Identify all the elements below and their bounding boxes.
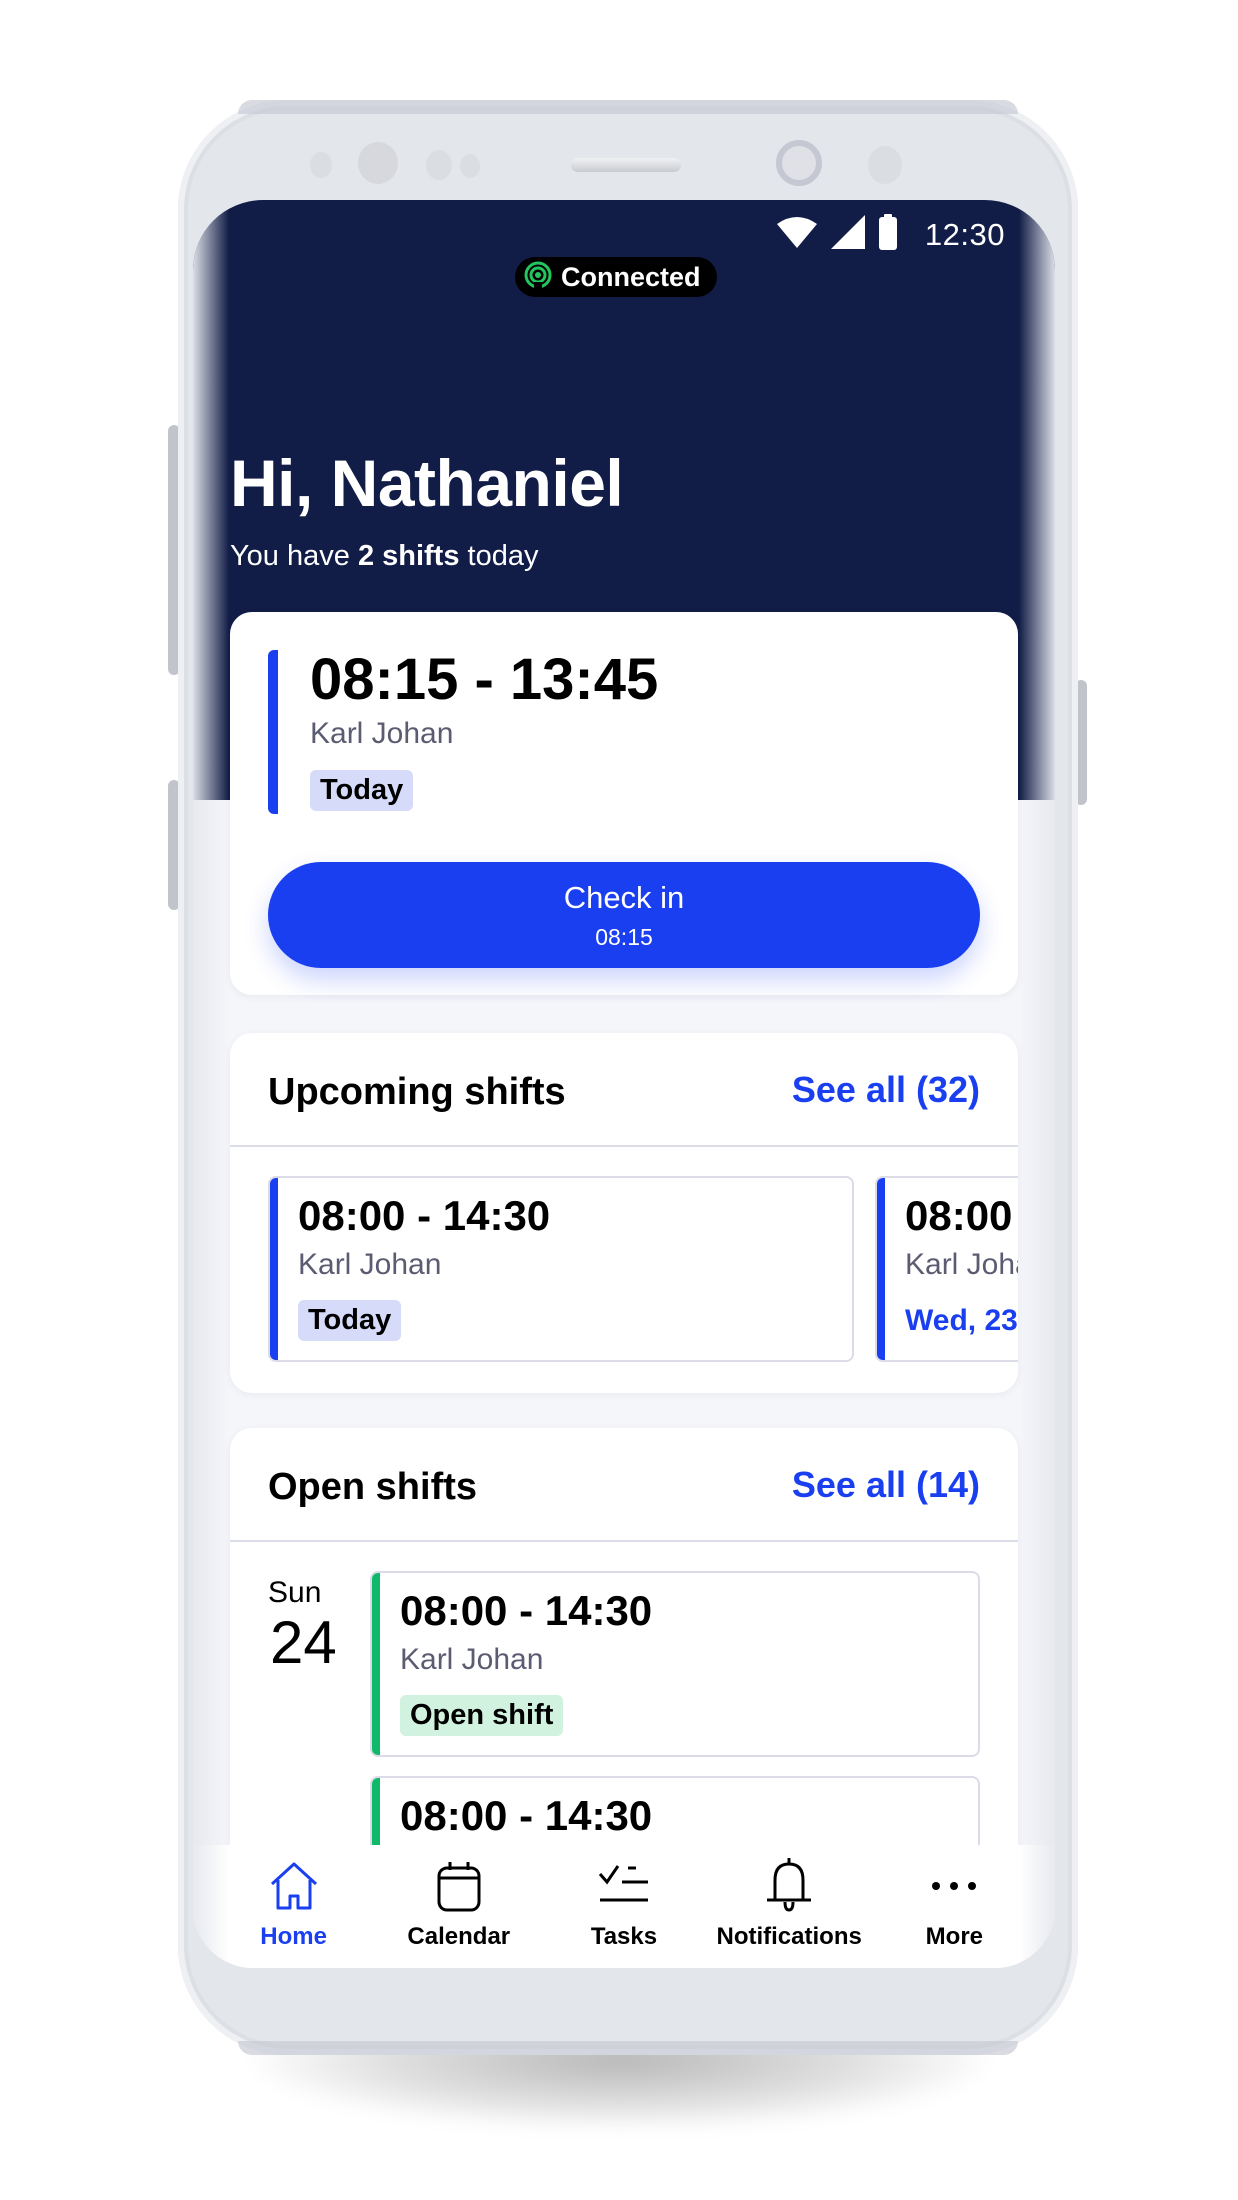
nav-item-tasks[interactable]: Tasks [544, 1845, 704, 1951]
summary-suffix: today [459, 540, 539, 572]
device-rim-bottom [238, 2041, 1018, 2055]
summary-prefix: You have [230, 540, 358, 572]
section-divider [230, 1145, 1018, 1147]
device-sensor [426, 150, 452, 180]
shift-time: 08:00 - 14:30 [400, 1792, 653, 1839]
today-tag: Today [310, 770, 414, 811]
connected-badge: Connected [515, 257, 717, 297]
nav-item-calendar[interactable]: Calendar [379, 1845, 539, 1951]
device-front-camera [776, 140, 822, 186]
nav-item-more[interactable]: More [874, 1845, 1034, 1951]
device-rim-top [238, 100, 1018, 114]
home-icon [267, 1859, 321, 1913]
upcoming-shift-card[interactable]: 08:00 - 14:30 Karl Johan Today [268, 1176, 854, 1362]
shift-time: 08:00 - 14:30 [905, 1192, 1018, 1239]
calendar-icon [432, 1859, 486, 1913]
upcoming-see-all-link[interactable]: See all (32) [792, 1069, 980, 1111]
battery-icon [878, 214, 897, 255]
upcoming-shifts-section: Upcoming shifts See all (32) 08:00 - 14:… [230, 1033, 1018, 1393]
shift-location: Karl Johan [400, 1643, 544, 1676]
device-sensor [358, 142, 398, 184]
more-icon [927, 1859, 981, 1913]
day-date: 24 [270, 1609, 337, 1676]
check-in-time: 08:15 [595, 923, 653, 950]
device-sensor [460, 154, 480, 178]
day-weekday: Sun [268, 1576, 322, 1609]
broadcast-icon [523, 260, 553, 295]
nav-label: Tasks [590, 1923, 658, 1950]
shift-accent-bar [270, 1178, 278, 1360]
status-icons: 12:30 [776, 214, 1005, 255]
status-bar: 12:30 Connected [193, 200, 1055, 297]
nav-label: Calendar [407, 1923, 511, 1950]
shift-accent-bar [268, 650, 278, 814]
wifi-icon [776, 216, 817, 253]
bell-icon [762, 1858, 816, 1913]
app-screen: 12:30 Connected Hi, Nathaniel You have 2… [193, 200, 1055, 1968]
shift-date: Wed, 23 [905, 1304, 1018, 1337]
nav-label: Notifications [716, 1923, 862, 1950]
nav-item-notifications[interactable]: Notifications [709, 1845, 869, 1951]
today-tag: Today [298, 1300, 402, 1341]
device-sensor [310, 152, 332, 178]
open-shift-tag: Open shift [400, 1695, 564, 1736]
current-shift-card: 08:15 - 13:45 Karl Johan Today Check in … [230, 612, 1018, 995]
open-see-all-link[interactable]: See all (14) [792, 1464, 980, 1506]
current-shift-location: Karl Johan [310, 717, 454, 750]
bottom-navigation: Home Calendar Tasks Notifications More [193, 1845, 1055, 1968]
summary-count: 2 shifts [357, 540, 460, 572]
shift-time: 08:00 - 14:30 [298, 1192, 551, 1239]
greeting-title: Hi, Nathaniel [230, 446, 624, 520]
shift-accent-bar [877, 1178, 885, 1360]
connected-label: Connected [561, 261, 701, 292]
shift-accent-bar [372, 1573, 380, 1755]
shift-location: Karl Johan [298, 1248, 442, 1281]
upcoming-shifts-title: Upcoming shifts [268, 1071, 566, 1113]
signal-icon [830, 215, 865, 254]
shift-time: 08:00 - 14:30 [400, 1587, 653, 1634]
nav-label: Home [260, 1923, 327, 1950]
shift-location: Karl Johan [905, 1248, 1018, 1281]
check-in-label: Check in [563, 879, 685, 915]
open-shifts-title: Open shifts [268, 1466, 478, 1508]
upcoming-shift-card[interactable]: 08:00 - 14:30 Karl Johan Wed, 23 [875, 1176, 1018, 1362]
current-shift-time: 08:15 - 13:45 [310, 647, 659, 712]
check-in-button[interactable]: Check in 08:15 [268, 862, 980, 968]
nav-item-home[interactable]: Home [214, 1845, 374, 1951]
open-shift-card[interactable]: 08:00 - 14:30 Karl Johan Open shift [370, 1571, 980, 1757]
device-sensor [868, 146, 902, 184]
section-divider [230, 1540, 1018, 1542]
status-time: 12:30 [924, 216, 1005, 252]
device-speaker [571, 158, 681, 172]
shifts-summary: You have 2 shifts today [230, 540, 538, 573]
nav-label: More [925, 1923, 984, 1950]
tasks-icon [597, 1859, 651, 1913]
